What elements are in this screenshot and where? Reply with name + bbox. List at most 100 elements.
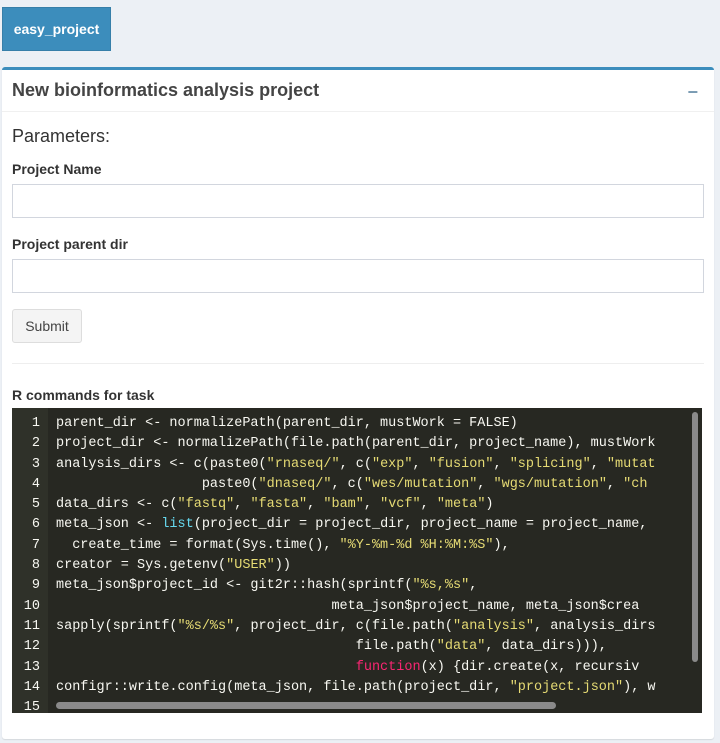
code-line: 2 project_dir <- normalizePath(file.path(… [12, 434, 656, 454]
parameters-heading: Parameters: [12, 126, 111, 146]
code-line: 4 paste0("dnaseq/", c("wes/mutation", "w… [12, 475, 656, 495]
code-token: configr::write.config(meta_json, file.pa… [56, 679, 510, 695]
line-number: 13 [23, 659, 40, 675]
submit-button[interactable]: Submit [12, 309, 82, 343]
code-token: create_time = format(Sys.time(), [56, 537, 340, 553]
code-line: 10 meta_json$project_name, meta_json$cre… [12, 597, 656, 617]
code-token: ), w [623, 679, 656, 695]
line-number: 3 [31, 456, 40, 472]
code-token: data_dirs <- c( [56, 497, 178, 513]
vertical-scrollbar[interactable] [692, 412, 698, 662]
code-token: function [355, 659, 421, 675]
line-number: 9 [31, 578, 40, 594]
code-token: "%s,%s" [412, 578, 470, 594]
code-token: , [493, 456, 510, 472]
line-number: 6 [31, 517, 40, 533]
code-token: "ch [623, 476, 648, 492]
code-token: , c( [339, 456, 372, 472]
code-token: ), [493, 537, 510, 553]
line-number: 14 [23, 679, 40, 695]
line-number: 12 [23, 639, 40, 655]
code-token: "exp" [371, 456, 413, 472]
code-lines: 1 parent_dir <- normalizePath(parent_dir,… [12, 414, 656, 713]
code-token: meta_json$project_name, meta_json$crea [56, 598, 640, 614]
code-line: 11 sapply(sprintf("%s/%s", project_dir, c… [12, 617, 656, 637]
code-token: "fusion" [428, 456, 494, 472]
code-token: "data" [436, 639, 486, 655]
code-token: "%Y-%m-%d %H:%M:%S" [339, 537, 494, 553]
code-line: 1 parent_dir <- normalizePath(parent_dir,… [12, 414, 656, 434]
code-line: 9 meta_json$project_id <- git2r::hash(spr… [12, 576, 656, 596]
line-number: 11 [23, 618, 40, 634]
code-token: project_dir <- normalizePath(file.path(p… [56, 436, 656, 452]
code-token: (x) {dir.create(x, recursiv [420, 659, 640, 675]
code-line: 13 function(x) {dir.create(x, recursiv [12, 658, 656, 678]
project-name-label: Project Name [12, 161, 102, 177]
tab-easy-project[interactable]: easy_project [2, 7, 111, 51]
code-token: "splicing" [509, 456, 591, 472]
code-token: )) [274, 558, 291, 574]
line-number: 4 [31, 476, 40, 492]
code-token: paste0( [56, 476, 259, 492]
code-token: , [420, 497, 437, 513]
minus-icon[interactable]: − [687, 82, 698, 103]
code-line: 3 analysis_dirs <- c(paste0("rnaseq/", c(… [12, 455, 656, 475]
code-token: "project.json" [509, 679, 624, 695]
code-token: "USER" [226, 558, 275, 574]
tab-label: easy_project [13, 21, 100, 37]
code-token: , [606, 476, 624, 492]
code-token: "fastq" [177, 497, 235, 513]
code-line: 7 create_time = format(Sys.time(), "%Y-%… [12, 536, 656, 556]
line-number: 15 [23, 700, 40, 713]
code-token: , [590, 456, 607, 472]
line-number: 5 [31, 497, 40, 513]
code-token: file.path( [56, 639, 437, 655]
box-title: New bioinformatics analysis project [12, 80, 320, 100]
code-token: meta_json$project_id <- git2r::hash(spri… [56, 578, 413, 594]
code-token: "rnaseq/" [266, 456, 340, 472]
project-box: New bioinformatics analysis project − Pa… [2, 67, 714, 739]
code-token: sapply(sprintf( [56, 618, 178, 634]
code-line: 5 data_dirs <- c("fastq", "fasta", "bam",… [12, 495, 656, 515]
code-token: , data_dirs))), [485, 639, 607, 655]
line-number: 1 [31, 416, 40, 431]
code-line: 14 configr::write.config(meta_json, file.… [12, 678, 656, 698]
code-token: , [469, 578, 478, 594]
code-line: 6 meta_json <- list(project_dir = project… [12, 515, 656, 535]
code-token: "dnaseq/" [258, 476, 332, 492]
code-token: , [234, 497, 251, 513]
code-token: creator = Sys.getenv( [56, 558, 227, 574]
code-token: , analysis_dirs [534, 618, 656, 634]
code-token: , [307, 497, 324, 513]
code-token: "fasta" [250, 497, 308, 513]
code-line: 8 creator = Sys.getenv("USER")) [12, 556, 656, 576]
code-token: "meta" [436, 497, 486, 513]
code-line: 12 file.path("data", data_dirs))), [12, 637, 656, 657]
code-editor[interactable]: 1 parent_dir <- normalizePath(parent_dir,… [12, 408, 702, 713]
section-divider [12, 363, 704, 364]
code-token: , [363, 497, 381, 513]
project-parent-dir-input[interactable] [12, 259, 704, 293]
project-parent-dir-label: Project parent dir [12, 236, 128, 252]
line-number: 7 [31, 537, 40, 553]
code-token: , project_dir, c(file.path( [234, 618, 453, 634]
code-token: "mutat [606, 456, 656, 472]
code-token: meta_json <- [56, 517, 162, 533]
code-token: , c( [331, 476, 364, 492]
code-token: "bam" [323, 497, 364, 513]
code-token: "vcf" [380, 497, 421, 513]
code-token: "%s/%s" [177, 618, 235, 634]
code-token: , [412, 456, 429, 472]
code-token: list [161, 517, 194, 533]
code-token: "analysis" [453, 618, 535, 634]
code-token: parent_dir <- normalizePath(parent_dir, … [56, 416, 518, 431]
project-name-input[interactable] [12, 184, 704, 218]
commands-heading: R commands for task [12, 387, 155, 403]
line-number: 2 [31, 436, 40, 452]
code-token: , [477, 476, 494, 492]
horizontal-scrollbar[interactable] [56, 702, 556, 709]
header-divider [2, 111, 714, 112]
code-token: "wes/mutation" [363, 476, 478, 492]
code-token: (project_dir = project_dir, project_name… [193, 517, 648, 533]
